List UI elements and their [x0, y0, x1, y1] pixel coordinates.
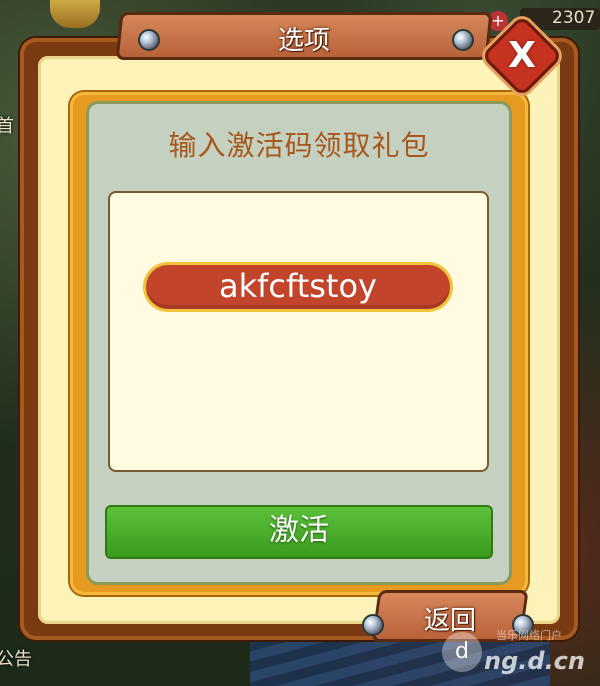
watermark-text: ng.d.cn [484, 647, 585, 675]
side-menu-label-top: 首 [0, 116, 14, 137]
code-input-area [108, 191, 489, 472]
side-menu-label-notice[interactable]: 公告 [0, 645, 32, 671]
prompt-text: 输入激活码领取礼包 [168, 129, 430, 162]
watermark-subtitle: 当乐网络门户 [496, 629, 562, 642]
dialog-title: 选项 [277, 26, 330, 56]
activate-button[interactable]: 激活 [105, 505, 493, 559]
currency-value: 2307 [552, 8, 596, 28]
d-logo-icon: d [442, 632, 482, 672]
activation-code-input[interactable]: akfcftstoy [143, 262, 453, 312]
